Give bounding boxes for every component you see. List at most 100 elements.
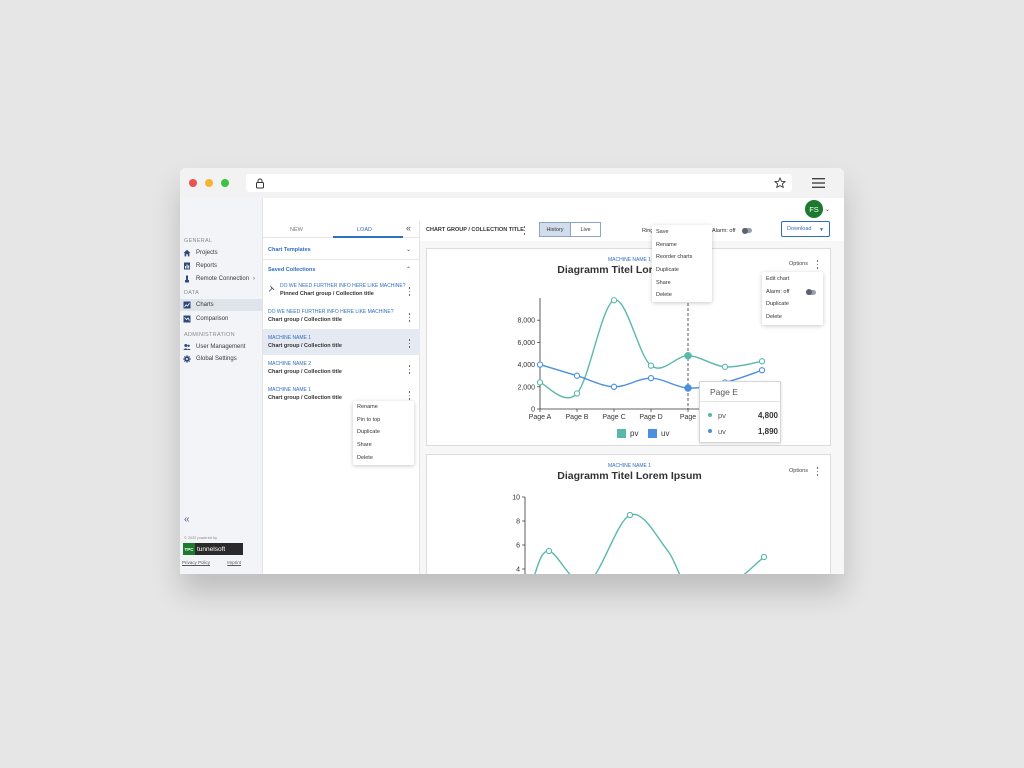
browser-menu-icon[interactable] bbox=[812, 178, 825, 188]
menu-item-save[interactable]: Save bbox=[652, 226, 712, 239]
menu-item-duplicate[interactable]: Duplicate bbox=[762, 298, 823, 311]
chart-options-menu: Edit chart Alarm: off Duplicate Delete bbox=[762, 272, 823, 325]
sidebar-item-remote-connection[interactable]: Remote Connection › bbox=[180, 273, 263, 285]
caret-down-icon: ▼ bbox=[819, 227, 824, 233]
close-window-icon[interactable] bbox=[189, 179, 197, 187]
data-point-pv bbox=[610, 297, 618, 304]
download-button[interactable]: Download ▼ bbox=[781, 221, 830, 237]
collection-subtitle: DO WE NEED FURTHER INFO HERE LIKE MACHIN… bbox=[280, 283, 406, 289]
menu-item-delete[interactable]: Delete bbox=[353, 451, 414, 464]
tab-new[interactable]: NEW bbox=[290, 227, 303, 233]
maximize-window-icon[interactable] bbox=[221, 179, 229, 187]
privacy-policy-link[interactable]: Privacy Policy bbox=[182, 560, 210, 565]
lock-icon bbox=[256, 178, 264, 189]
chart-icon bbox=[183, 301, 191, 309]
line-chart[interactable]: 4 6 8 10 bbox=[427, 455, 832, 574]
sidebar-item-charts[interactable]: Charts bbox=[180, 299, 263, 311]
menu-item-duplicate[interactable]: Duplicate bbox=[353, 426, 414, 439]
tab-load[interactable]: LOAD bbox=[357, 227, 372, 233]
tooltip-value: 1,890 bbox=[757, 426, 778, 436]
legend-swatch-pv bbox=[617, 429, 626, 438]
address-bar[interactable] bbox=[246, 174, 792, 192]
collection-subtitle: DO WE NEED FURTHER INFO HERE LIKE MACHIN… bbox=[268, 309, 394, 315]
menu-item-duplicate[interactable]: Duplicate bbox=[652, 264, 712, 277]
chart-templates-header[interactable]: Chart Templates bbox=[268, 247, 311, 253]
live-toggle-button[interactable]: Live bbox=[570, 222, 601, 237]
sidebar-item-comparison[interactable]: Comparison bbox=[180, 313, 263, 325]
menu-item-edit-chart[interactable]: Edit chart bbox=[762, 273, 823, 286]
menu-item-pin-to-top[interactable]: Pin to top bbox=[353, 414, 414, 427]
data-point-uv bbox=[647, 374, 655, 382]
minimize-window-icon[interactable] bbox=[205, 179, 213, 187]
collection-item[interactable]: MACHINE NAME 2 Chart group / Collection … bbox=[263, 355, 420, 381]
active-tab-indicator bbox=[333, 236, 403, 238]
menu-item-alarm[interactable]: Alarm: off bbox=[762, 286, 823, 299]
menu-item-share[interactable]: Share bbox=[652, 276, 712, 289]
more-options-icon[interactable] bbox=[408, 365, 411, 374]
sidebar-item-projects[interactable]: Projects bbox=[180, 247, 263, 259]
footer-links: Privacy Policy Imprint bbox=[182, 560, 257, 565]
collection-item[interactable]: DO WE NEED FURTHER INFO HERE LIKE MACHIN… bbox=[263, 303, 420, 329]
users-icon bbox=[183, 344, 191, 350]
sidebar-item-reports[interactable]: Reports bbox=[180, 260, 263, 272]
alarm-switch[interactable] bbox=[742, 227, 752, 234]
data-point-pv bbox=[545, 547, 553, 555]
collection-item[interactable]: MACHINE NAME 1 Chart group / Collection … bbox=[263, 329, 420, 355]
imprint-link[interactable]: Imprint bbox=[227, 560, 241, 565]
menu-item-rename[interactable]: Rename bbox=[353, 401, 414, 414]
menu-item-reorder-charts[interactable]: Reorder charts bbox=[652, 251, 712, 264]
sidebar-item-user-management[interactable]: User Management bbox=[180, 341, 263, 353]
history-toggle-button[interactable]: History bbox=[539, 222, 571, 237]
sidebar-item-label: Global Settings bbox=[196, 356, 237, 362]
chevron-down-icon[interactable]: ⌄ bbox=[825, 206, 830, 213]
legend-label: uv bbox=[661, 429, 670, 438]
data-point-pv bbox=[758, 358, 766, 365]
sidebar-item-global-settings[interactable]: Global Settings bbox=[180, 353, 263, 365]
menu-item-delete[interactable]: Delete bbox=[652, 289, 712, 302]
collapse-panel-icon[interactable]: « bbox=[406, 223, 411, 233]
tooltip-row-pv: pv 4,800 bbox=[708, 409, 778, 421]
data-point-uv bbox=[684, 384, 692, 392]
data-point-uv bbox=[610, 383, 618, 390]
tooltip-dot-pv bbox=[708, 413, 712, 417]
alarm-menu-switch[interactable] bbox=[806, 289, 816, 296]
chart-group-title: CHART GROUP / COLLECTION TITLE bbox=[426, 227, 524, 233]
y-tick-label: 6 bbox=[516, 543, 520, 550]
more-options-icon[interactable] bbox=[408, 287, 411, 296]
saved-collections-header[interactable]: Saved Collections bbox=[268, 267, 315, 273]
data-point-pv bbox=[626, 511, 634, 519]
more-options-icon[interactable] bbox=[408, 391, 411, 400]
more-options-icon[interactable] bbox=[408, 339, 411, 348]
sidebar-item-label: User Management bbox=[196, 344, 246, 350]
data-point-pv bbox=[647, 362, 655, 369]
x-tick-label: Page A bbox=[529, 414, 552, 421]
collection-item[interactable]: DO WE NEED FURTHER INFO HERE LIKE MACHIN… bbox=[263, 277, 420, 303]
collection-context-menu: Rename Pin to top Duplicate Share Delete bbox=[353, 401, 414, 465]
main-content: CHART GROUP / COLLECTION TITLE History L… bbox=[420, 221, 844, 574]
menu-item-delete[interactable]: Delete bbox=[762, 311, 823, 324]
legend-label: pv bbox=[630, 429, 639, 438]
legend-swatch-uv bbox=[648, 429, 657, 438]
x-tick-label: Page D bbox=[639, 414, 662, 421]
remote-icon bbox=[185, 275, 189, 283]
bookmark-star-icon[interactable] bbox=[774, 177, 786, 189]
logo-text: tunnelsoft bbox=[195, 543, 243, 555]
legend-item-pv[interactable]: pv bbox=[617, 429, 638, 438]
group-options-icon[interactable] bbox=[523, 226, 526, 235]
legend-item-uv[interactable]: uv bbox=[648, 429, 669, 438]
logo-prefix: TPC bbox=[183, 543, 195, 555]
chart-card: MACHINE NAME 1 Diagramm Titel Lorem Ipsu… bbox=[426, 248, 831, 446]
user-avatar[interactable]: FS bbox=[805, 200, 823, 218]
comparison-icon bbox=[183, 315, 191, 323]
x-tick-label: Page C bbox=[602, 414, 625, 421]
home-icon bbox=[183, 249, 191, 257]
chevron-down-icon[interactable]: ⌄ bbox=[406, 246, 411, 253]
chevron-up-icon[interactable]: ⌃ bbox=[406, 266, 411, 273]
pin-icon bbox=[268, 285, 275, 292]
browser-toolbar bbox=[180, 168, 844, 198]
more-options-icon[interactable] bbox=[408, 313, 411, 322]
menu-item-rename[interactable]: Rename bbox=[652, 239, 712, 252]
menu-item-share[interactable]: Share bbox=[353, 439, 414, 452]
collapse-sidebar-icon[interactable]: « bbox=[184, 514, 190, 525]
y-tick-label: 10 bbox=[512, 495, 520, 502]
